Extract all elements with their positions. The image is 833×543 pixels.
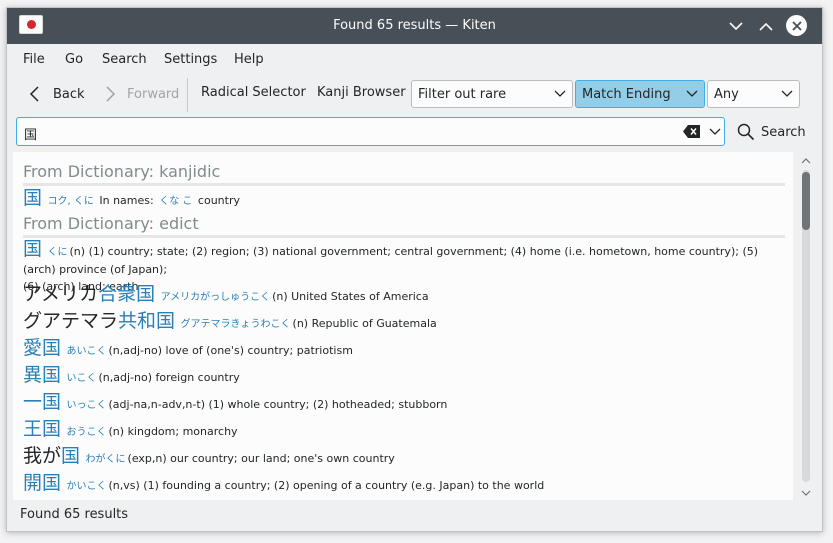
radical-selector-button[interactable]: Radical Selector: [201, 85, 306, 100]
menu-go[interactable]: Go: [65, 52, 83, 67]
search-button[interactable]: Search: [737, 123, 806, 141]
scroll-thumb[interactable]: [802, 172, 810, 230]
menu-file[interactable]: File: [23, 52, 45, 67]
toolbar-separator: [187, 78, 188, 112]
scroll-down-chevron-icon[interactable]: [801, 488, 811, 498]
main-toolbar: Back Forward Radical Selector Kanji Brow…: [7, 74, 822, 116]
entry-word-prefix: 我が: [23, 445, 62, 467]
entry-reading: いっこく: [66, 400, 107, 411]
section-heading-edict: From Dictionary: edict: [23, 214, 199, 233]
section-divider: [23, 183, 785, 186]
back-label: Back: [53, 86, 85, 102]
entry-meaning: (n) Republic of Guatemala: [292, 317, 437, 330]
entry-reading: わがくに: [85, 454, 126, 465]
entry-kanji[interactable]: 国: [23, 238, 42, 260]
entry-meaning: (adj-na,n-adv,n-t) (1) whole country; (2…: [108, 398, 448, 411]
entry-meaning: (exp,n) our country; our land; one's own…: [127, 452, 395, 465]
forward-button[interactable]: Forward: [101, 85, 179, 103]
search-button-label: Search: [761, 124, 806, 140]
menu-settings[interactable]: Settings: [164, 52, 217, 67]
list-item: アメリカ合衆国 アメリカがっしゅうこく (n) United States of …: [23, 283, 783, 306]
filter-rare-value: Filter out rare: [418, 87, 507, 102]
entry-word-prefix: グアテマラ: [23, 310, 119, 332]
entry-meaning: country: [197, 194, 240, 207]
kanjidic-entry: 国 コク, くに In names: くな こ country: [23, 187, 783, 210]
list-item: 異国 いこく (n,adj-no) foreign country: [23, 364, 783, 387]
entry-kanji[interactable]: 共和国: [118, 310, 175, 332]
entry-meaning: (n,adj-no) love of (one's) country; patr…: [108, 344, 353, 357]
entry-word-prefix: アメリカ: [23, 283, 99, 305]
clear-text-icon[interactable]: [683, 124, 701, 139]
entry-meaning: (n) (1) country; state; (2) region; (3) …: [23, 245, 759, 276]
section-divider: [23, 235, 785, 238]
list-item: グアテマラ共和国 グアテマラきょうわこく (n) Republic of Guat…: [23, 310, 783, 333]
forward-label: Forward: [127, 86, 180, 102]
list-item: 一国 いっこく (adj-na,n-adv,n-t) (1) whole coun…: [23, 391, 783, 414]
entry-reading: かいこく: [66, 481, 107, 492]
entry-meaning: (n) United States of America: [272, 290, 429, 303]
entry-reading: コク, くに: [47, 196, 94, 207]
search-bar: 国 Search: [7, 116, 822, 156]
names-prefix: In names:: [99, 194, 154, 207]
kiten-window: Found 65 results — Kiten File Go Search …: [6, 7, 823, 532]
chevron-down-icon: [781, 90, 793, 97]
chevron-down-icon: [554, 90, 566, 97]
menu-search[interactable]: Search: [102, 52, 147, 67]
entry-reading: グアテマラきょうわこく: [180, 319, 291, 330]
entry-kanji[interactable]: 一国: [23, 391, 61, 413]
entry-reading: くに: [47, 247, 68, 258]
back-arrow-icon: [29, 86, 39, 102]
title-bar[interactable]: Found 65 results — Kiten: [7, 8, 822, 44]
match-type-dropdown[interactable]: Match Ending: [575, 80, 705, 108]
window-title: Found 65 results — Kiten: [333, 18, 496, 33]
minimize-chevron-down-icon[interactable]: [726, 16, 746, 36]
section-heading-kanjidic: From Dictionary: kanjidic: [23, 162, 221, 181]
entry-reading: あいこく: [66, 346, 107, 357]
match-type-value: Match Ending: [582, 87, 671, 102]
list-item: 我が国 わがくに (exp,n) our country; our land; o…: [23, 445, 783, 468]
names-reading: くな こ: [159, 196, 193, 207]
entry-reading: いこく: [66, 373, 97, 384]
filter-rare-dropdown[interactable]: Filter out rare: [411, 80, 573, 108]
entry-meaning: (n,vs) (1) founding a country; (2) openi…: [108, 479, 545, 492]
results-view[interactable]: From Dictionary: kanjidic 国 コク, くに In na…: [13, 152, 793, 500]
word-type-value: Any: [714, 87, 739, 102]
entry-kanji[interactable]: 国: [23, 187, 42, 209]
entry-meaning: (n) kingdom; monarchy: [108, 425, 238, 438]
entry-meaning: (n,adj-no) foreign country: [98, 371, 240, 384]
list-item: 王国 おうこく (n) kingdom; monarchy: [23, 418, 783, 441]
word-type-dropdown[interactable]: Any: [707, 80, 800, 108]
results-scrollbar[interactable]: [799, 152, 813, 500]
entry-kanji[interactable]: 開国: [23, 472, 61, 494]
list-item: 開国 かいこく (n,vs) (1) founding a country; (2…: [23, 472, 783, 495]
entry-kanji[interactable]: 異国: [23, 364, 61, 386]
chevron-down-icon: [686, 90, 698, 97]
kanji-browser-button[interactable]: Kanji Browser: [317, 85, 406, 100]
search-icon: [737, 123, 755, 141]
back-button[interactable]: Back: [27, 85, 85, 103]
maximize-chevron-up-icon[interactable]: [756, 16, 776, 36]
status-bar: Found 65 results: [7, 501, 822, 531]
search-input-value: 国: [24, 128, 38, 143]
close-icon[interactable]: [786, 15, 807, 36]
search-input[interactable]: 国: [16, 117, 725, 146]
menu-help[interactable]: Help: [234, 52, 264, 67]
entry-kanji[interactable]: 国: [61, 445, 80, 467]
entry-kanji[interactable]: 愛国: [23, 337, 61, 359]
entry-kanji[interactable]: 合衆国: [98, 283, 155, 305]
entry-reading: アメリカがっしゅうこく: [160, 292, 271, 303]
forward-arrow-icon: [106, 86, 116, 102]
menu-bar: File Go Search Settings Help: [7, 44, 822, 74]
list-item: 愛国 あいこく (n,adj-no) love of (one's) countr…: [23, 337, 783, 360]
status-text: Found 65 results: [20, 507, 129, 522]
history-chevron-down-icon[interactable]: [709, 128, 721, 136]
entry-kanji[interactable]: 王国: [23, 418, 61, 440]
scroll-up-chevron-icon[interactable]: [801, 156, 811, 166]
entry-reading: おうこく: [66, 427, 107, 438]
